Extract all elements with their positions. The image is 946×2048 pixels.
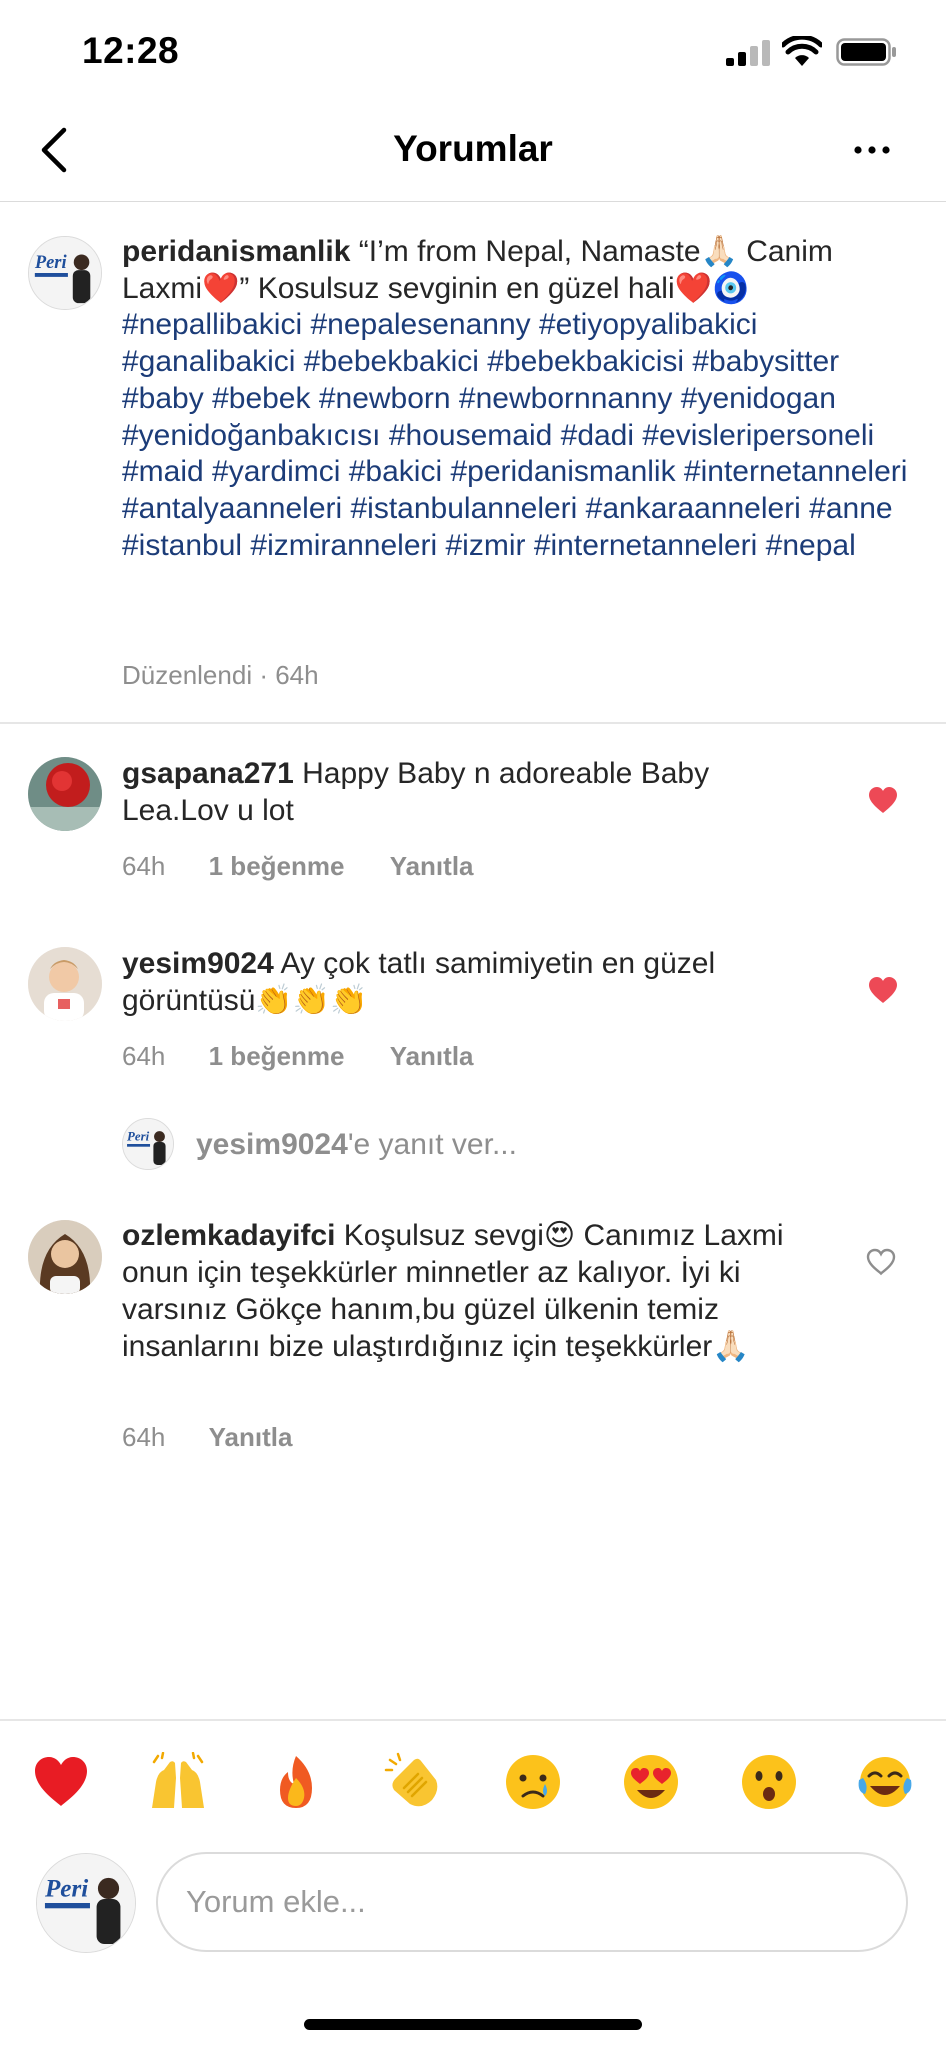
- heart-eyes-face-emoji-icon[interactable]: [621, 1752, 681, 1812]
- clapping-hands-emoji-icon[interactable]: [384, 1752, 444, 1812]
- comment-meta: 64h Yanıtla: [122, 1422, 292, 1453]
- comment-likes[interactable]: 1 beğenme: [209, 851, 345, 881]
- comment-avatar[interactable]: [28, 947, 102, 1021]
- comment-input-wrapper[interactable]: [156, 1852, 908, 1952]
- svg-text:Peri: Peri: [34, 252, 68, 272]
- my-avatar[interactable]: Peri: [36, 1853, 136, 1953]
- comment-meta: 64h 1 beğenme Yanıtla: [122, 851, 474, 882]
- comment-text: ozlemkadayifci Koşulsuz sevgi😍 Canımız L…: [122, 1217, 822, 1365]
- reply-prompt-username: yesim9024: [196, 1128, 348, 1161]
- fire-emoji-icon[interactable]: [266, 1752, 326, 1812]
- reply-button[interactable]: Yanıtla: [390, 1041, 474, 1071]
- comment-username[interactable]: ozlemkadayifci: [122, 1219, 335, 1252]
- signal-icon: [726, 40, 770, 66]
- reply-prompt[interactable]: yesim9024'e yanıt ver...: [196, 1128, 517, 1162]
- comment-likes[interactable]: 1 beğenme: [209, 1041, 345, 1071]
- reply-button[interactable]: Yanıtla: [390, 851, 474, 881]
- bottom-divider: [0, 1719, 946, 1721]
- comment-time: 64h: [122, 1041, 166, 1071]
- comment-avatar[interactable]: [28, 1220, 102, 1294]
- red-heart-emoji-icon[interactable]: [31, 1752, 91, 1812]
- status-time: 12:28: [82, 30, 180, 71]
- home-indicator[interactable]: [304, 2019, 642, 2030]
- comment-text: gsapana271 Happy Baby n adoreable Baby L…: [122, 755, 822, 829]
- page-title: Yorumlar: [393, 128, 553, 169]
- svg-text:Peri: Peri: [44, 1875, 88, 1902]
- caption-username[interactable]: peridanismanlik: [122, 235, 350, 268]
- caption: peridanismanlik “I’m from Nepal, Namaste…: [122, 234, 912, 564]
- svg-text:Peri: Peri: [127, 1130, 150, 1144]
- crying-face-emoji-icon[interactable]: [503, 1752, 563, 1812]
- reply-prompt-suffix: 'e yanıt ver...: [347, 1128, 517, 1161]
- reply-button[interactable]: Yanıtla: [209, 1422, 293, 1452]
- comment-time: 64h: [122, 1422, 166, 1452]
- liked-heart-icon[interactable]: [868, 976, 898, 1004]
- caption-meta: Düzenlendi · 64h: [122, 660, 319, 690]
- header: Yorumlar: [0, 100, 946, 202]
- comment-input[interactable]: [186, 1854, 876, 1950]
- raising-hands-emoji-icon[interactable]: [148, 1752, 208, 1812]
- reply-avatar: Peri: [122, 1118, 174, 1170]
- comment-time: 64h: [122, 851, 166, 881]
- comment-text: yesim9024 Ay çok tatlı samimiyetin en gü…: [122, 945, 822, 1019]
- battery-icon: [836, 38, 896, 66]
- status-bar: 12:28: [0, 0, 946, 100]
- heart-outline-icon[interactable]: [866, 1248, 896, 1276]
- caption-divider: [0, 722, 946, 724]
- caption-avatar[interactable]: Peri: [28, 236, 102, 310]
- comment-username[interactable]: yesim9024: [122, 947, 274, 980]
- comment-avatar[interactable]: [28, 757, 102, 831]
- tears-of-joy-face-emoji-icon[interactable]: [855, 1752, 915, 1812]
- caption-hashtags[interactable]: #nepallibakici #nepalesenanny #etiyopyal…: [122, 308, 907, 561]
- more-options-icon[interactable]: [852, 140, 892, 160]
- liked-heart-icon[interactable]: [868, 786, 898, 814]
- emoji-bar: [0, 1752, 946, 1816]
- wifi-icon: [782, 36, 822, 66]
- astonished-face-emoji-icon[interactable]: [739, 1752, 799, 1812]
- comment-meta: 64h 1 beğenme Yanıtla: [122, 1041, 474, 1072]
- comment-username[interactable]: gsapana271: [122, 757, 294, 790]
